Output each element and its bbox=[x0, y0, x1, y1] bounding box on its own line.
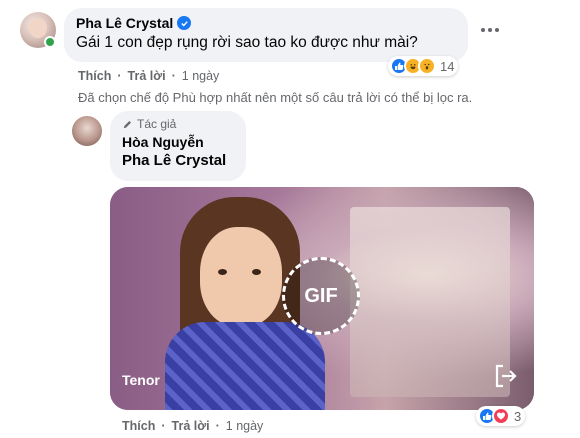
wow-icon bbox=[418, 57, 436, 75]
gif-source: Tenor bbox=[122, 372, 160, 388]
like-link[interactable]: Thích bbox=[122, 419, 155, 433]
mentioned-user[interactable]: Pha Lê Crystal bbox=[122, 152, 234, 169]
comment-author[interactable]: Pha Lê Crystal bbox=[76, 15, 173, 31]
gif-figure-face bbox=[200, 227, 282, 327]
author-badge: Tác giả bbox=[122, 117, 234, 131]
comment-bubble: Pha Lê Crystal Gái 1 con đẹp rụng rời sa… bbox=[64, 8, 468, 62]
filter-notice: Đã chọn chế độ Phù hợp nhất nên một số c… bbox=[78, 90, 473, 105]
online-status-dot bbox=[44, 36, 56, 48]
gif-figure-shirt bbox=[165, 322, 325, 410]
open-external-icon[interactable] bbox=[493, 363, 519, 389]
separator: · bbox=[215, 419, 220, 433]
reply-link[interactable]: Trả lời bbox=[128, 69, 166, 83]
reply-actions: Thích · Trả lời · 1 ngày bbox=[122, 419, 263, 433]
timestamp[interactable]: 1 ngày bbox=[182, 69, 220, 83]
reply-link[interactable]: Trả lời bbox=[172, 419, 210, 433]
avatar-face bbox=[29, 18, 47, 38]
reply-bubble: Tác giả Hòa Nguyễn Pha Lê Crystal bbox=[110, 111, 246, 181]
reaction-count: 14 bbox=[440, 58, 455, 74]
verified-badge-icon bbox=[177, 16, 192, 30]
pencil-icon bbox=[123, 120, 131, 128]
gif-play-badge[interactable]: GIF bbox=[282, 257, 360, 335]
gif-label: GIF bbox=[304, 284, 338, 307]
love-icon bbox=[492, 407, 510, 425]
more-options-icon[interactable] bbox=[481, 26, 501, 34]
comment-text: Gái 1 con đẹp rụng rời sao tao ko được n… bbox=[76, 34, 418, 51]
comment-reactions[interactable]: 14 bbox=[388, 56, 459, 76]
comment-author-row: Pha Lê Crystal bbox=[76, 15, 456, 31]
gif-attachment[interactable]: GIF Tenor bbox=[110, 187, 534, 410]
reply-author[interactable]: Hòa Nguyễn bbox=[122, 134, 234, 150]
separator: · bbox=[161, 419, 166, 433]
reaction-count: 3 bbox=[514, 408, 522, 424]
like-link[interactable]: Thích bbox=[78, 69, 111, 83]
reply-reactions[interactable]: 3 bbox=[476, 406, 526, 426]
author-badge-label: Tác giả bbox=[137, 117, 177, 131]
reply-avatar[interactable] bbox=[72, 116, 102, 146]
gif-shelf-decor bbox=[350, 207, 510, 397]
timestamp[interactable]: 1 ngày bbox=[226, 419, 264, 433]
separator: · bbox=[171, 69, 176, 83]
comment-actions: Thích · Trả lời · 1 ngày bbox=[78, 69, 219, 83]
separator: · bbox=[117, 69, 122, 83]
